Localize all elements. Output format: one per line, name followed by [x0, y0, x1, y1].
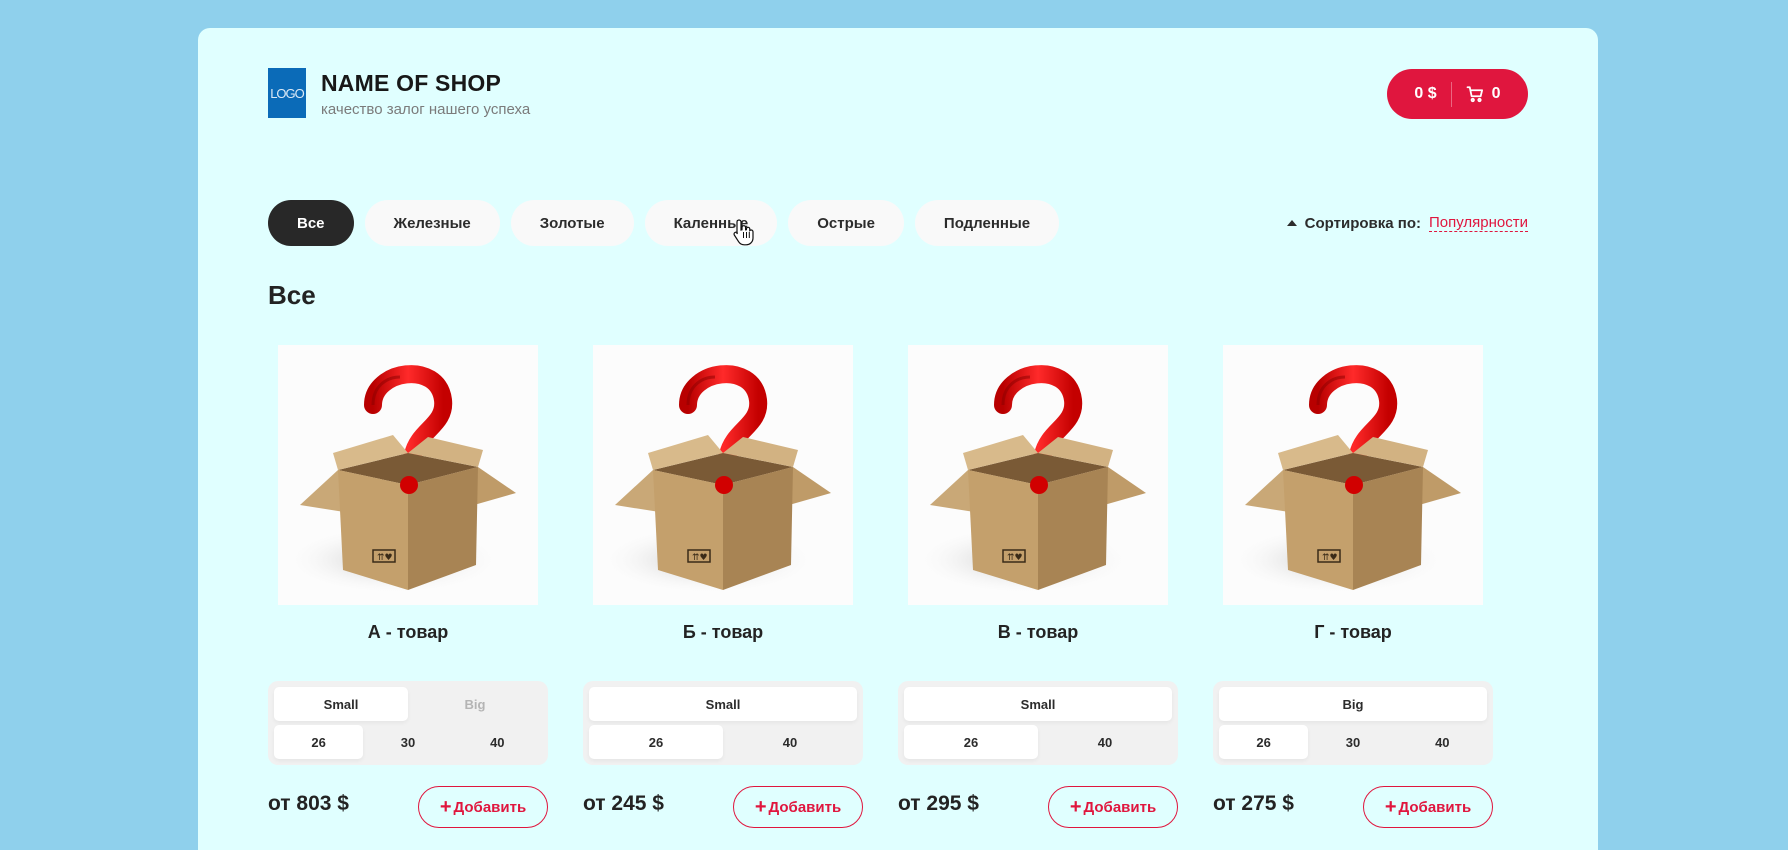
size-option[interactable]: 30 — [1308, 725, 1397, 759]
size-option[interactable]: 40 — [723, 725, 857, 759]
plus-icon: + — [754, 796, 767, 818]
add-button-label: Добавить — [768, 798, 842, 816]
svg-text:⇈♥: ⇈♥ — [692, 553, 708, 563]
size-option[interactable]: 30 — [363, 725, 452, 759]
svg-text:⇈♥: ⇈♥ — [1007, 553, 1023, 563]
category-tab[interactable]: Острые — [788, 200, 904, 246]
product-image[interactable]: ⇈♥ — [1223, 345, 1483, 605]
size-selector: 26 40 — [589, 725, 857, 759]
type-selector: Big — [1219, 687, 1487, 721]
svg-text:⇈♥: ⇈♥ — [1322, 553, 1338, 563]
shop-name: NAME OF SHOP — [321, 70, 502, 96]
category-tabs: Все Железные Золотые Каленные Острые Подленны… — [268, 200, 1060, 246]
product-card: ⇈♥ В - товар Small 26 40 от 295 $ + Добавить — [898, 345, 1178, 835]
category-tab[interactable]: Подленные — [914, 200, 1060, 246]
type-option[interactable]: Small — [904, 687, 1172, 721]
product-price: от 803 $ — [268, 792, 349, 815]
logo[interactable]: LOGO — [268, 68, 306, 118]
plus-icon: + — [1069, 796, 1082, 818]
add-to-cart-button[interactable]: + Добавить — [418, 786, 548, 828]
product-price: от 275 $ — [1213, 792, 1294, 815]
add-to-cart-button[interactable]: + Добавить — [733, 786, 863, 828]
product-title: В - товар — [997, 622, 1079, 642]
plus-icon: + — [1384, 796, 1397, 818]
size-option[interactable]: 40 — [1398, 725, 1487, 759]
category-tab[interactable]: Все — [268, 200, 354, 246]
type-selector: Small — [589, 687, 857, 721]
product-options: Small 26 40 — [583, 681, 863, 765]
plus-icon: + — [439, 796, 452, 818]
type-option[interactable]: Big — [1219, 687, 1487, 721]
page-container: LOGO NAME OF SHOP качество залог нашего … — [198, 28, 1598, 850]
product-price: от 295 $ — [898, 792, 979, 815]
sort-control: Сортировка по: Популярности — [1286, 214, 1528, 232]
add-to-cart-button[interactable]: + Добавить — [1363, 786, 1493, 828]
size-option[interactable]: 26 — [904, 725, 1038, 759]
type-option: Big — [464, 696, 486, 712]
type-selector: Small — [904, 687, 1172, 721]
cart-icon — [1452, 85, 1484, 103]
product-options: Small 26 40 — [898, 681, 1178, 765]
product-card: ⇈♥ Г - товар Big 26 30 40 от 275 $ + Добавить — [1213, 345, 1493, 835]
product-image[interactable]: ⇈♥ — [278, 345, 538, 605]
shop-slogan: качество залог нашего успеха — [321, 101, 531, 118]
size-selector: 26 30 40 — [274, 725, 542, 759]
type-option[interactable]: Small — [589, 687, 857, 721]
category-tab[interactable]: Золотые — [510, 200, 634, 246]
size-option[interactable]: 40 — [453, 725, 542, 759]
cart-sum: 0 $ — [1414, 85, 1437, 102]
cart-button[interactable]: 0 $ 0 — [1387, 69, 1528, 119]
add-button-label: Добавить — [453, 798, 527, 816]
product-options: Big 26 30 40 — [1213, 681, 1493, 765]
product-title: Г - товар — [1314, 622, 1392, 642]
cart-count: 0 — [1491, 85, 1501, 102]
sort-label: Сортировка по: — [1304, 214, 1421, 232]
product-card: ⇈♥ А - товар Small Big 26 30 40 от 803 $ + Добав… — [268, 345, 548, 835]
product-options: Small Big 26 30 40 — [268, 681, 548, 765]
size-option[interactable]: 26 — [274, 725, 364, 759]
type-selector: Small Big — [274, 687, 542, 721]
product-title: А - товар — [367, 622, 449, 642]
svg-text:⇈♥: ⇈♥ — [377, 553, 393, 563]
category-tab[interactable]: Железные — [364, 200, 500, 246]
product-image[interactable]: ⇈♥ — [593, 345, 853, 605]
product-grid: ⇈♥ А - товар Small Big 26 30 40 от 803 $ + Добав… — [268, 345, 1493, 835]
product-image[interactable]: ⇈♥ — [908, 345, 1168, 605]
size-selector: 26 40 — [904, 725, 1172, 759]
sort-arrow-icon[interactable] — [1286, 220, 1297, 226]
sort-value-link[interactable]: Популярности — [1428, 214, 1528, 232]
product-card: ⇈♥ Б - товар Small 26 40 от 245 $ + Добавить — [583, 345, 863, 835]
add-button-label: Добавить — [1398, 798, 1472, 816]
section-title: Все — [268, 280, 316, 310]
add-button-label: Добавить — [1083, 798, 1157, 816]
type-option[interactable]: Small — [274, 687, 408, 721]
hand-cursor-icon — [733, 219, 754, 246]
size-selector: 26 30 40 — [1219, 725, 1487, 759]
add-to-cart-button[interactable]: + Добавить — [1048, 786, 1178, 828]
product-price: от 245 $ — [583, 792, 664, 815]
size-option[interactable]: 26 — [1219, 725, 1309, 759]
category-tab[interactable]: Каленные — [644, 200, 778, 246]
size-option[interactable]: 26 — [589, 725, 723, 759]
size-option[interactable]: 40 — [1038, 725, 1172, 759]
product-title: Б - товар — [682, 622, 764, 642]
